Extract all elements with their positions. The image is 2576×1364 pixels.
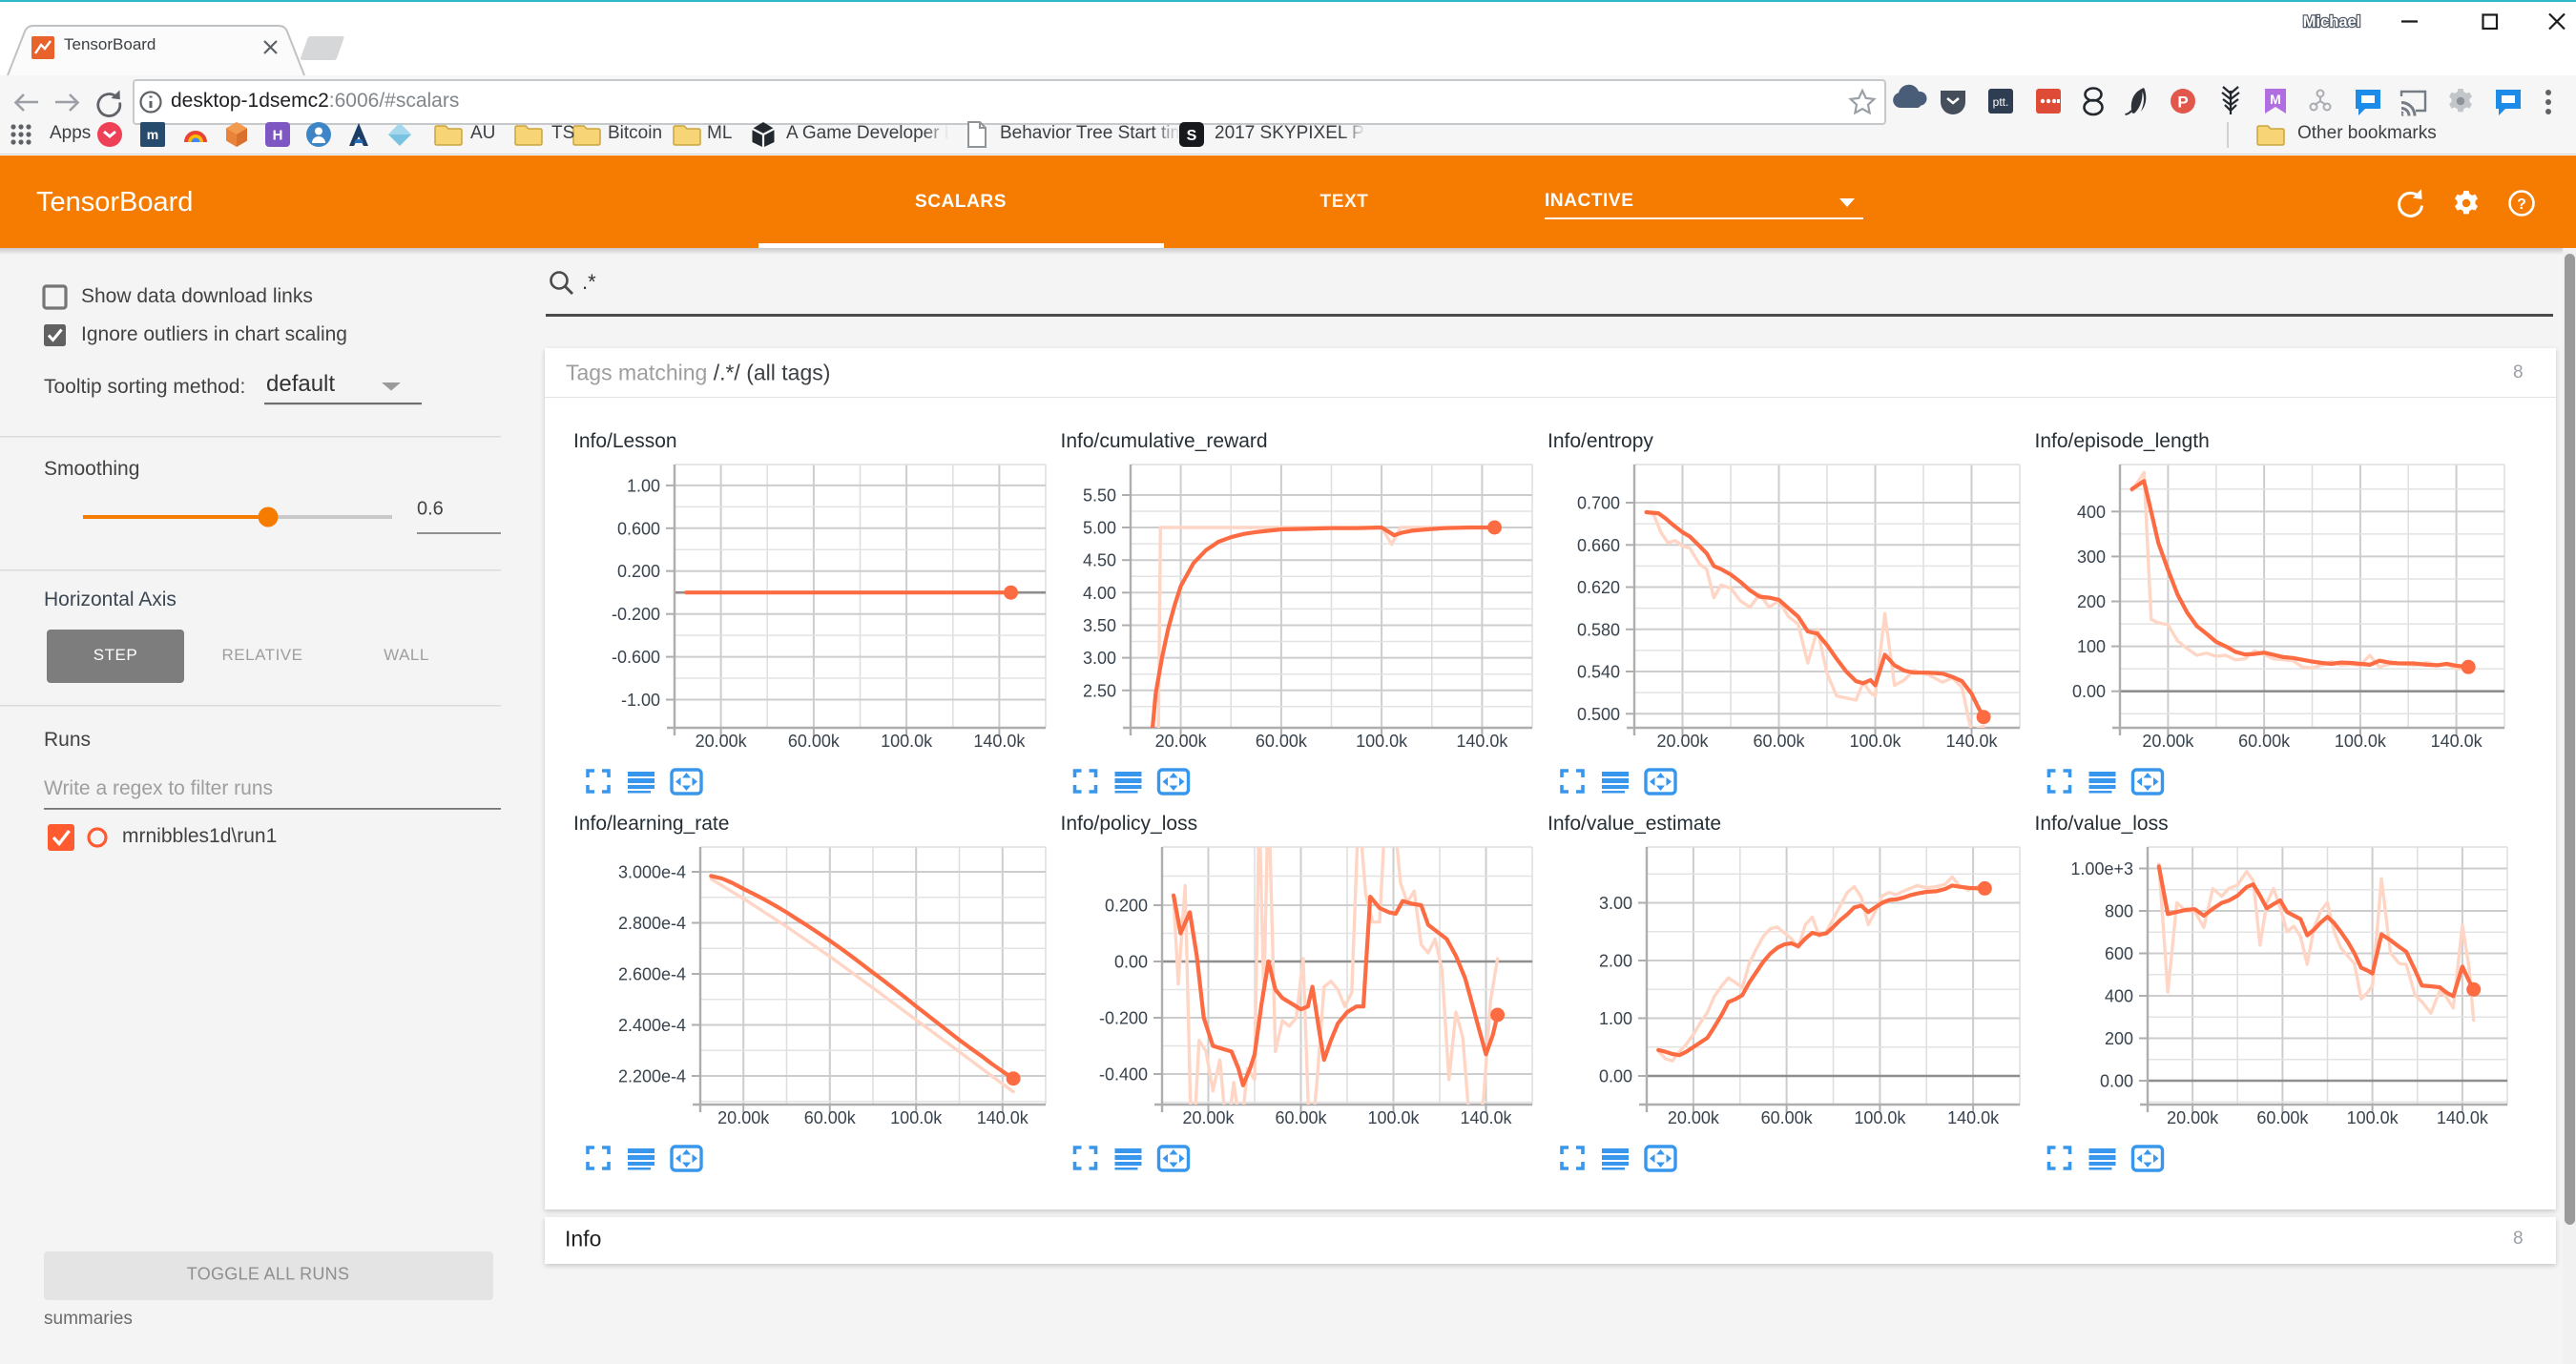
svg-text:60.00k: 60.00k: [2238, 732, 2291, 751]
svg-text:300: 300: [2077, 548, 2106, 567]
svg-text:0.00: 0.00: [1599, 1067, 1632, 1086]
svg-text:60.00k: 60.00k: [1761, 1108, 1814, 1127]
svg-text:400: 400: [2105, 987, 2133, 1006]
svg-text:140.0k: 140.0k: [2431, 732, 2483, 751]
svg-text:200: 200: [2077, 592, 2106, 611]
svg-text:0.600: 0.600: [617, 519, 660, 538]
svg-text:400: 400: [2077, 503, 2106, 522]
svg-text:-1.00: -1.00: [621, 691, 660, 710]
svg-text:0.00: 0.00: [2072, 682, 2106, 701]
svg-text:140.0k: 140.0k: [1460, 1108, 1512, 1127]
svg-text:0.00: 0.00: [2100, 1072, 2133, 1091]
svg-text:20.00k: 20.00k: [1656, 732, 1709, 751]
svg-text:60.00k: 60.00k: [1753, 732, 1805, 751]
svg-text:0.500: 0.500: [1577, 705, 1620, 724]
svg-text:60.00k: 60.00k: [1275, 1108, 1327, 1127]
svg-text:140.0k: 140.0k: [973, 732, 1026, 751]
svg-text:Info/cumulative_reward: Info/cumulative_reward: [1061, 430, 1268, 452]
svg-text:140.0k: 140.0k: [2437, 1108, 2489, 1127]
svg-text:100.0k: 100.0k: [890, 1108, 943, 1127]
svg-text:0.660: 0.660: [1577, 536, 1620, 555]
svg-text:20.00k: 20.00k: [696, 732, 748, 751]
svg-text:60.00k: 60.00k: [2256, 1108, 2309, 1127]
svg-text:0.580: 0.580: [1577, 620, 1620, 639]
svg-text:Info/value_estimate: Info/value_estimate: [1548, 813, 1721, 835]
svg-text:3.000e-4: 3.000e-4: [618, 863, 686, 882]
svg-text:Info/episode_length: Info/episode_length: [2035, 430, 2210, 452]
svg-text:140.0k: 140.0k: [1947, 1108, 2000, 1127]
svg-text:2.200e-4: 2.200e-4: [618, 1067, 686, 1086]
svg-text:3.00: 3.00: [1599, 894, 1632, 913]
svg-text:800: 800: [2105, 902, 2133, 921]
svg-text:Info/value_loss: Info/value_loss: [2035, 813, 2169, 835]
svg-text:-0.400: -0.400: [1099, 1065, 1148, 1085]
svg-text:3.50: 3.50: [1083, 616, 1116, 635]
svg-text:3.00: 3.00: [1083, 649, 1116, 668]
svg-text:20.00k: 20.00k: [2167, 1108, 2219, 1127]
svg-text:2.800e-4: 2.800e-4: [618, 914, 686, 933]
svg-text:20.00k: 20.00k: [2142, 732, 2194, 751]
svg-text:140.0k: 140.0k: [1456, 732, 1508, 751]
svg-text:-0.200: -0.200: [1099, 1009, 1148, 1028]
svg-text:0.00: 0.00: [1114, 953, 1148, 972]
svg-text:-0.200: -0.200: [612, 605, 660, 624]
svg-text:100.0k: 100.0k: [1356, 732, 1408, 751]
svg-text:60.00k: 60.00k: [804, 1108, 857, 1127]
svg-text:100.0k: 100.0k: [1854, 1108, 1906, 1127]
svg-text:20.00k: 20.00k: [1182, 1108, 1235, 1127]
svg-text:20.00k: 20.00k: [1155, 732, 1208, 751]
svg-text:Info/entropy: Info/entropy: [1548, 430, 1653, 452]
svg-text:0.540: 0.540: [1577, 663, 1620, 682]
svg-text:1.00e+3: 1.00e+3: [2070, 859, 2133, 878]
svg-text:100.0k: 100.0k: [881, 732, 933, 751]
svg-text:4.50: 4.50: [1083, 551, 1116, 570]
svg-text:200: 200: [2105, 1029, 2133, 1048]
svg-text:100: 100: [2077, 637, 2106, 656]
svg-text:2.400e-4: 2.400e-4: [618, 1016, 686, 1035]
svg-text:100.0k: 100.0k: [2335, 732, 2387, 751]
svg-text:Info/learning_rate: Info/learning_rate: [573, 813, 729, 835]
svg-text:5.50: 5.50: [1083, 486, 1116, 506]
svg-text:20.00k: 20.00k: [1668, 1108, 1720, 1127]
svg-text:0.700: 0.700: [1577, 494, 1620, 513]
svg-text:2.00: 2.00: [1599, 952, 1632, 971]
svg-text:600: 600: [2105, 944, 2133, 963]
svg-text:2.50: 2.50: [1083, 681, 1116, 700]
svg-text:Info/policy_loss: Info/policy_loss: [1061, 813, 1198, 835]
svg-text:4.00: 4.00: [1083, 584, 1116, 603]
svg-text:5.00: 5.00: [1083, 519, 1116, 538]
svg-text:60.00k: 60.00k: [1256, 732, 1308, 751]
svg-text:140.0k: 140.0k: [977, 1108, 1029, 1127]
svg-text:2.600e-4: 2.600e-4: [618, 965, 686, 984]
svg-text:140.0k: 140.0k: [1945, 732, 1998, 751]
svg-text:100.0k: 100.0k: [2347, 1108, 2399, 1127]
svg-text:0.200: 0.200: [1105, 897, 1148, 916]
svg-text:60.00k: 60.00k: [788, 732, 841, 751]
svg-text:100.0k: 100.0k: [1849, 732, 1901, 751]
svg-text:Info/Lesson: Info/Lesson: [573, 430, 677, 452]
svg-text:1.00: 1.00: [627, 476, 660, 495]
svg-text:0.200: 0.200: [617, 562, 660, 581]
svg-text:100.0k: 100.0k: [1367, 1108, 1420, 1127]
svg-text:0.620: 0.620: [1577, 578, 1620, 597]
svg-text:1.00: 1.00: [1599, 1009, 1632, 1028]
svg-text:20.00k: 20.00k: [717, 1108, 770, 1127]
svg-text:-0.600: -0.600: [612, 648, 660, 667]
